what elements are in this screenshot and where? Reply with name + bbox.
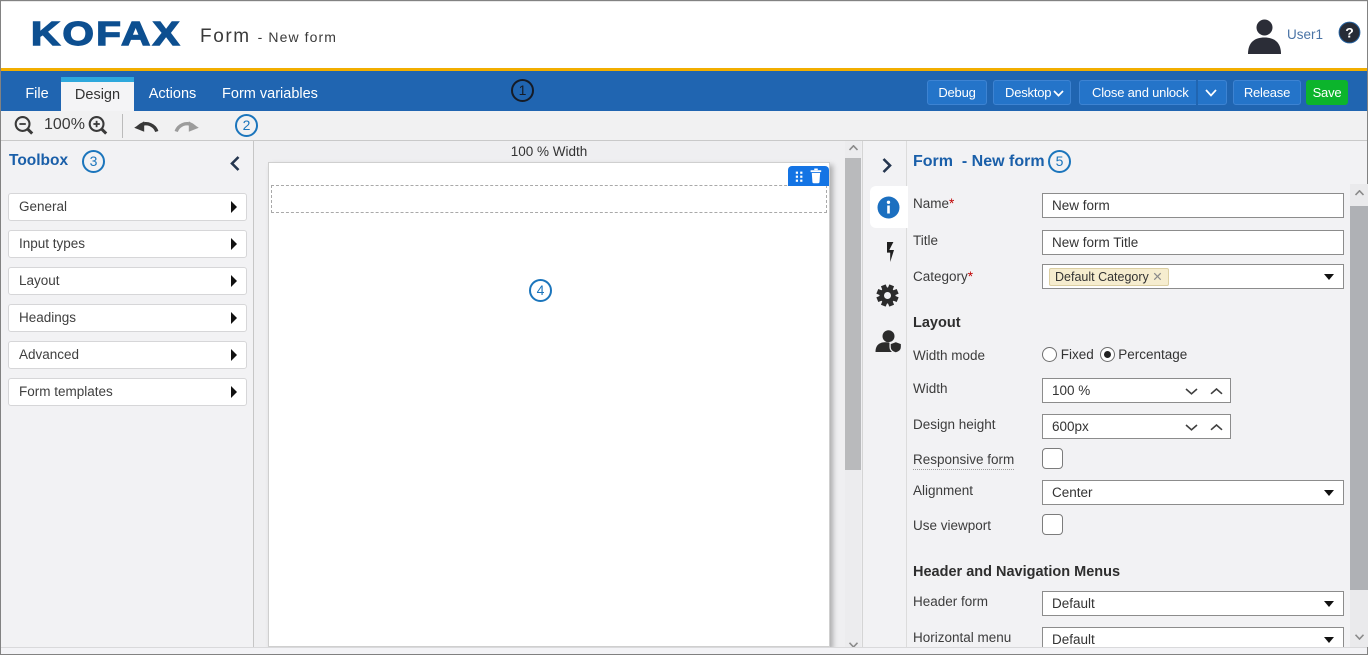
svg-text:?: ? bbox=[1345, 24, 1354, 40]
